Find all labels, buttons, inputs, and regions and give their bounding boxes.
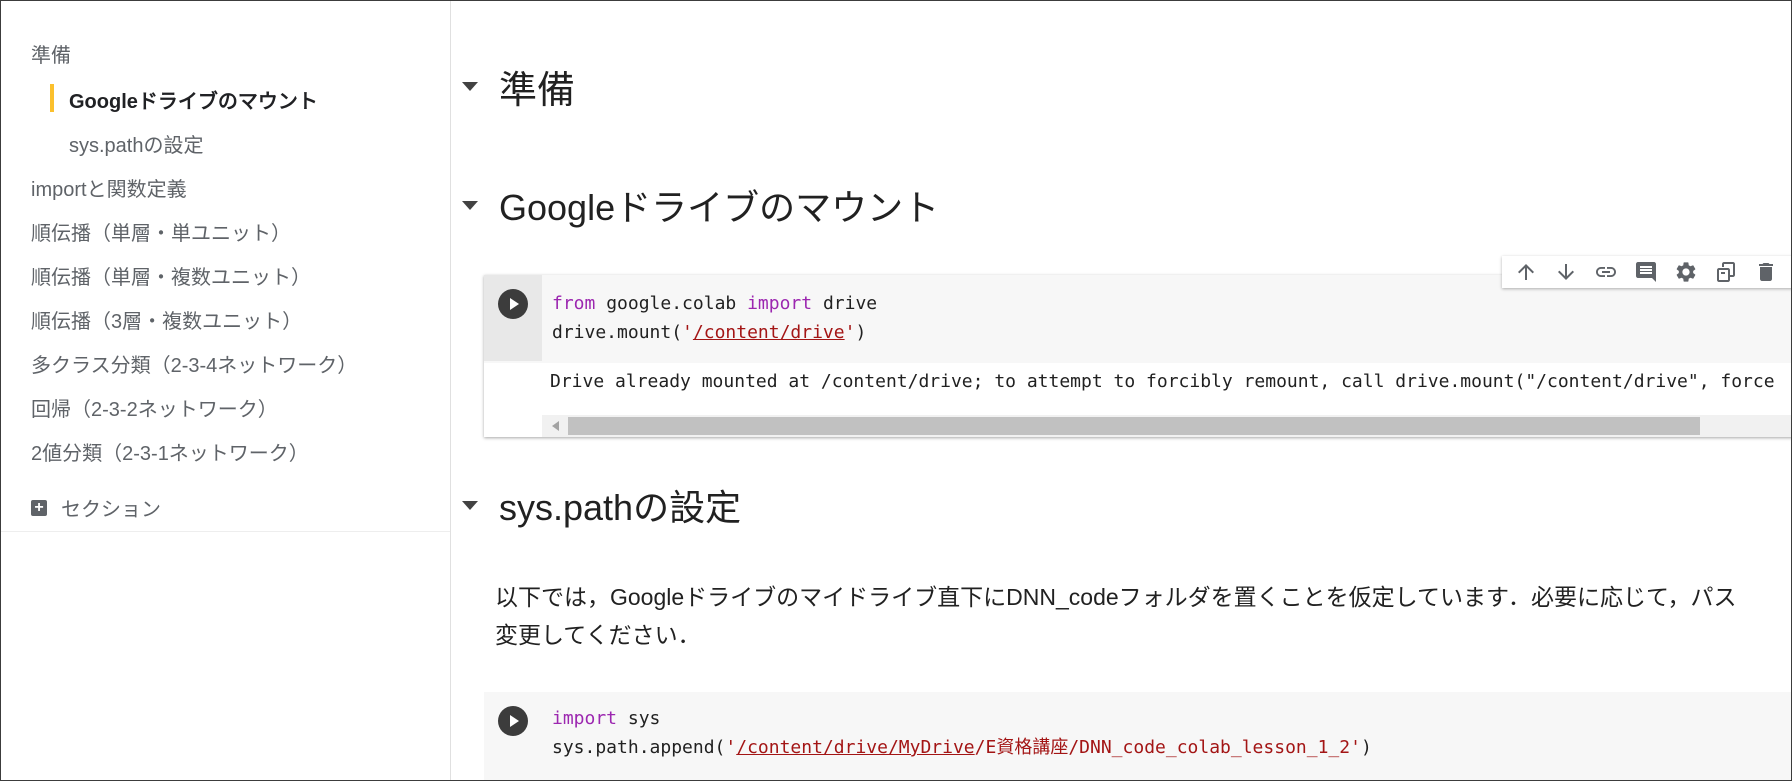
cell-settings-button[interactable] [1666,256,1706,288]
scroll-left-arrow-icon[interactable] [552,421,559,431]
text-line-2: 変更してください． [495,622,701,648]
sidebar-divider [1,531,450,532]
move-cell-down-button[interactable] [1546,256,1586,288]
toc-active-marker [50,84,54,112]
add-section-label: セクション [61,499,161,521]
delete-cell-button[interactable] [1746,256,1786,288]
mirror-cell-icon [1717,262,1735,282]
cell-output: Drive already mounted at /content/drive;… [484,363,1791,437]
notebook-main: 準備 Googleドライブのマウント from google.colab imp… [451,1,1791,780]
cell-output-text: Drive already mounted at /content/drive;… [550,371,1775,392]
mirror-cell-button[interactable] [1706,256,1746,288]
toc-item-sys-path[interactable]: sys.pathの設定 [69,129,203,158]
toc-item-google-drive-mount[interactable]: Googleドライブのマウント [69,85,318,114]
heading-sys-path: sys.pathの設定 [462,479,741,531]
code-editor[interactable]: import sys sys.path.append('/content/dri… [552,704,1372,762]
cell-toolbar [1502,256,1791,288]
toc-item-import-functions[interactable]: importと関数定義 [31,173,187,202]
run-cell-button[interactable] [498,706,528,736]
toc-item-binary[interactable]: 2値分類（2-3-1ネットワーク） [31,437,309,466]
collapse-caret-icon[interactable] [462,500,478,510]
scrollbar-thumb[interactable] [568,417,1700,435]
trash-icon [1759,263,1773,281]
plus-box-icon: + [31,499,47,516]
toc-item-forward-3-layer[interactable]: 順伝播（3層・複数ユニット） [31,305,302,334]
text-line-1: 以下では，Googleドライブのマイドライブ直下にDNN_codeフォルダを置く… [495,584,1737,610]
add-section-button[interactable]: + セクション [31,493,161,522]
toc-item-prep[interactable]: 準備 [31,39,71,68]
toc-item-multiclass[interactable]: 多クラス分類（2-3-4ネットワーク） [31,349,357,378]
output-horizontal-scrollbar[interactable] [542,415,1791,437]
link-icon [1596,267,1616,277]
heading-google-drive-mount: Googleドライブのマウント [462,179,939,231]
gear-icon [1676,262,1696,282]
heading-google-drive-mount-text: Googleドライブのマウント [499,187,940,228]
toc-item-forward-single-unit[interactable]: 順伝播（単層・単ユニット） [31,217,291,246]
heading-sys-path-text: sys.pathの設定 [499,487,742,528]
arrow-down-icon [1558,264,1574,280]
run-cell-button[interactable] [498,289,528,319]
code-cell-drive-mount[interactable]: from google.colab import drive drive.mou… [484,275,1791,437]
text-cell-sys-path[interactable]: 以下では，Googleドライブのマイドライブ直下にDNN_codeフォルダを置く… [495,578,1791,654]
toc-item-forward-multi-unit[interactable]: 順伝播（単層・複数ユニット） [31,261,311,290]
move-cell-up-button[interactable] [1506,256,1546,288]
heading-prep-text: 準備 [499,70,576,112]
heading-prep: 準備 [462,59,575,114]
code-cell-sys-path[interactable]: import sys sys.path.append('/content/dri… [484,692,1791,780]
table-of-contents-sidebar: 準備 Googleドライブのマウント sys.pathの設定 importと関数… [1,1,451,780]
arrow-up-icon [1518,264,1534,280]
comment-icon [1636,262,1656,282]
toc-item-regression[interactable]: 回帰（2-3-2ネットワーク） [31,393,278,422]
collapse-caret-icon[interactable] [462,200,478,210]
collapse-caret-icon[interactable] [462,82,478,91]
code-editor[interactable]: from google.colab import drive drive.mou… [552,289,877,347]
add-comment-button[interactable] [1626,256,1666,288]
copy-link-button[interactable] [1586,256,1626,288]
